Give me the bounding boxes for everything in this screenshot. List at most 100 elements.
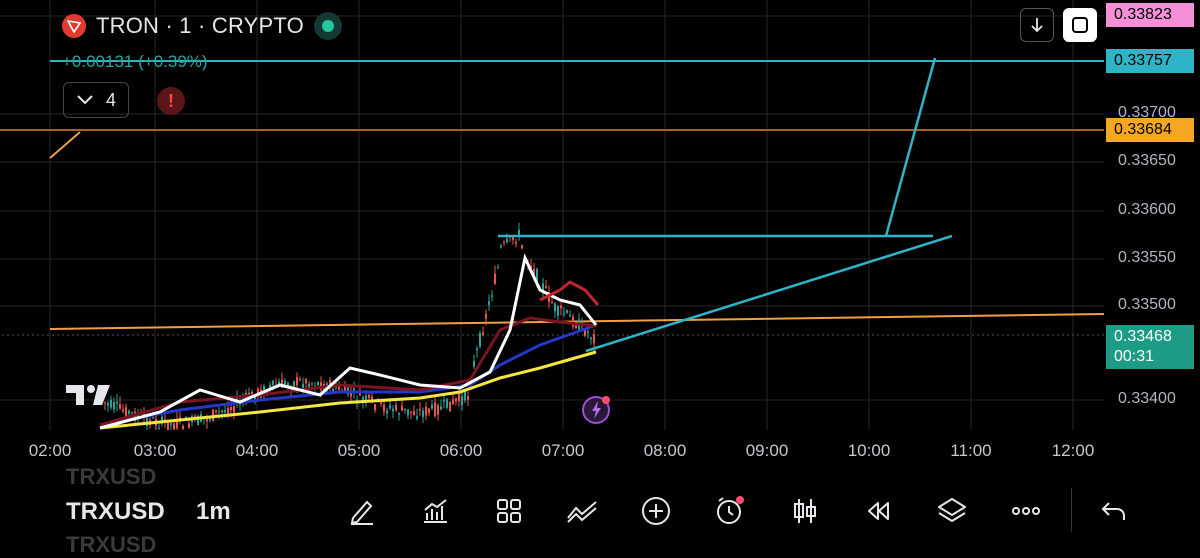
teal-trend-line xyxy=(585,234,953,353)
tron-logo-icon xyxy=(62,14,86,38)
candle-body xyxy=(593,334,595,344)
price-tick: 0.33500 xyxy=(1118,296,1176,313)
tradingview-logo-icon xyxy=(66,385,110,405)
candle-body xyxy=(401,405,403,411)
candle-body xyxy=(389,405,391,409)
price-tick: 0.33650 xyxy=(1118,152,1176,169)
time-tick: 03:00 xyxy=(133,441,177,460)
candlestick-icon[interactable] xyxy=(788,494,822,528)
candle-body xyxy=(299,378,301,380)
candle-body xyxy=(158,427,160,429)
candle-body xyxy=(455,398,457,402)
high-price-tag: 0.33823 xyxy=(1106,3,1194,27)
indicators-toggle-button[interactable]: 4 xyxy=(63,82,129,118)
candle-body xyxy=(296,377,298,386)
candle-body xyxy=(473,361,475,367)
interval-label[interactable]: 1m xyxy=(196,498,231,526)
candle-body xyxy=(350,393,352,397)
candle-body xyxy=(485,313,487,319)
price-tick: 0.33600 xyxy=(1118,201,1176,218)
time-tick: 11:00 xyxy=(950,441,992,460)
time-tick: 09:00 xyxy=(745,441,789,460)
candle-body xyxy=(521,245,523,249)
rewind-icon[interactable] xyxy=(861,494,895,528)
price-change: +0.00131 (+0.39%) xyxy=(62,52,208,71)
candle-body xyxy=(392,408,394,412)
candle-body xyxy=(491,295,493,297)
candle-body xyxy=(416,416,418,419)
candle-body xyxy=(506,238,508,243)
candle-body xyxy=(188,423,190,428)
fullscreen-button[interactable] xyxy=(1063,8,1097,42)
candle-body xyxy=(551,302,553,304)
candle-body xyxy=(563,313,565,315)
candle-body xyxy=(467,396,469,400)
plus-circle-icon[interactable] xyxy=(639,494,673,528)
candle-body xyxy=(395,404,397,411)
candle-body xyxy=(221,410,223,412)
time-tick: 10:00 xyxy=(847,441,891,460)
candle-body xyxy=(503,241,505,243)
candle-body xyxy=(128,410,130,414)
lightning-icon[interactable] xyxy=(581,393,615,427)
chart-bars-icon[interactable] xyxy=(418,494,452,528)
candle-body xyxy=(302,383,304,388)
teal-projection-line xyxy=(884,57,937,237)
candle-body xyxy=(557,306,559,316)
candle-body xyxy=(131,412,133,414)
candle-body xyxy=(479,333,481,347)
candle-body xyxy=(446,398,448,408)
symbol-header[interactable]: TRON · 1 · CRYPTO xyxy=(62,12,342,40)
symbol-title[interactable]: TRON · 1 · CRYPTO xyxy=(96,13,304,39)
candle-body xyxy=(230,407,232,410)
candle-body xyxy=(383,404,385,412)
candle-body xyxy=(497,267,499,269)
candle-body xyxy=(404,408,406,411)
candle-body xyxy=(209,418,211,420)
chevron-down-icon xyxy=(77,95,93,105)
last-price-tag: 0.33468 00:31 xyxy=(1106,325,1194,369)
pattern-icon[interactable] xyxy=(565,494,599,528)
candle-body xyxy=(215,409,217,412)
symbol-ghost-prev: TRXUSD xyxy=(66,464,157,489)
bar-countdown: 00:31 xyxy=(1114,348,1155,365)
candle-body xyxy=(464,390,466,401)
candle-body xyxy=(461,396,463,406)
candle-body xyxy=(122,409,124,412)
arrow-down-icon xyxy=(1031,18,1043,33)
grid-icon[interactable] xyxy=(492,494,526,528)
candle-body xyxy=(590,337,592,339)
time-tick: 12:00 xyxy=(1051,441,1095,460)
candle-body xyxy=(482,332,484,335)
candle-body xyxy=(422,410,424,417)
orange-line-price-tag: 0.33684 xyxy=(1106,118,1194,142)
layers-icon[interactable] xyxy=(935,494,969,528)
candle-body xyxy=(434,402,436,417)
candle-body xyxy=(566,310,568,313)
warning-icon[interactable]: ! xyxy=(157,87,185,115)
pencil-icon[interactable] xyxy=(345,494,379,528)
candle-body xyxy=(428,408,430,413)
candle-body xyxy=(542,283,544,291)
last-price: 0.33468 xyxy=(1114,328,1172,345)
candle-body xyxy=(293,381,295,387)
bottom-toolbar: TRXUSD TRXUSD TRXUSD 1m xyxy=(0,464,1200,557)
candle-body xyxy=(152,417,154,419)
symbol-label[interactable]: TRXUSD xyxy=(66,498,165,526)
candle-body xyxy=(272,380,274,385)
candle-body xyxy=(476,348,478,351)
market-status-icon[interactable] xyxy=(313,12,342,40)
time-tick: 05:00 xyxy=(337,441,381,460)
candle-body xyxy=(407,409,409,416)
candle-body xyxy=(545,286,547,288)
candle-body xyxy=(413,411,415,416)
time-tick: 02:00 xyxy=(28,441,72,460)
candle-body xyxy=(305,378,307,384)
more-icon[interactable] xyxy=(1009,494,1043,528)
candle-body xyxy=(353,388,355,391)
candle-body xyxy=(371,396,373,400)
undo-icon[interactable] xyxy=(1097,494,1131,528)
download-button[interactable] xyxy=(1020,8,1054,42)
alarm-clock-icon[interactable] xyxy=(713,494,747,528)
candle-body xyxy=(443,399,445,402)
